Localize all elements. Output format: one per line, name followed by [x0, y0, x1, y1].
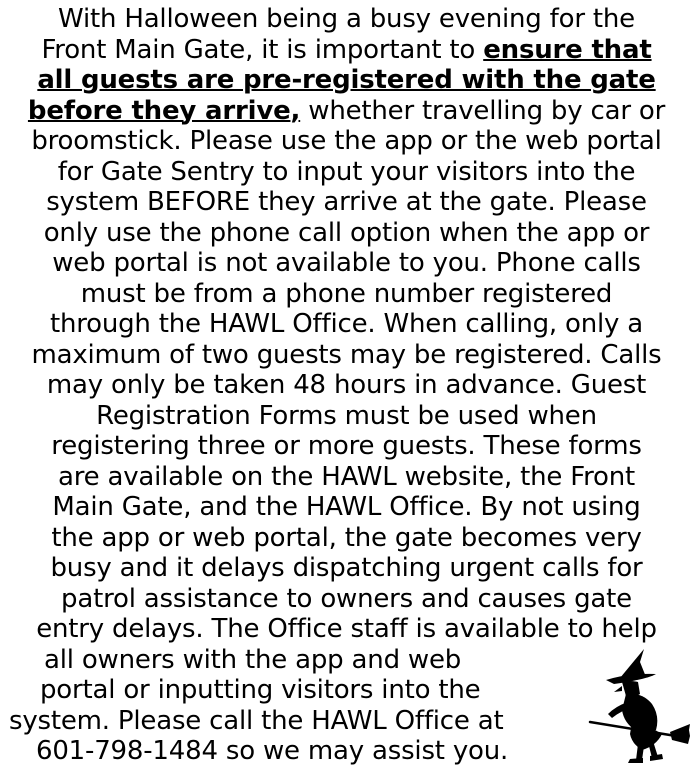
- notice-line: for Gate Sentry to input your visitors i…: [57, 156, 636, 187]
- emphasis-text: ensure that: [483, 34, 652, 65]
- notice-line: With Halloween being a busy evening for …: [58, 4, 635, 34]
- notice-text: whether travelling by car or: [300, 95, 666, 126]
- notice-line: before they arrive, whether travelling b…: [0, 96, 693, 127]
- notice-line: through the HAWL Office. When calling, o…: [49, 309, 644, 339]
- notice-line: broomstick. Please use the app or the we…: [31, 126, 662, 156]
- notice-line: busy and it delays dispatching urgent ca…: [50, 553, 643, 583]
- notice-line: registering three or more guests. These …: [51, 431, 642, 461]
- emphasis-line: all guests are pre-registered with the g…: [37, 65, 656, 95]
- notice-line: only use the phone call option when the …: [43, 217, 650, 248]
- notice-text: Front Main Gate, it is important to: [41, 34, 484, 65]
- notice-line: maximum of two guests may be registered.…: [31, 339, 662, 370]
- witch-on-broomstick-icon: [586, 646, 691, 766]
- notice-line: web portal is not available to you. Phon…: [52, 248, 641, 278]
- notice-line: may only be taken 48 hours in advance. G…: [46, 370, 647, 400]
- notice-line: entry delays. The Office staff is availa…: [36, 614, 657, 644]
- notice-line: Main Gate, and the HAWL Office. By not u…: [52, 492, 641, 522]
- notice-line: system BEFORE they arrive at the gate. P…: [46, 187, 647, 217]
- notice-line: are available on the HAWL website, the F…: [57, 461, 636, 492]
- notice-line: patrol assistance to owners and causes g…: [61, 583, 632, 614]
- emphasis-text: before they arrive,: [27, 95, 301, 126]
- notice-line: the app or web portal, the gate becomes …: [51, 522, 642, 553]
- notice-line: Registration Forms must be used when: [96, 400, 597, 431]
- notice-line: Front Main Gate, it is important to ensu…: [0, 35, 693, 66]
- notice-line: must be from a phone number registered: [80, 278, 613, 309]
